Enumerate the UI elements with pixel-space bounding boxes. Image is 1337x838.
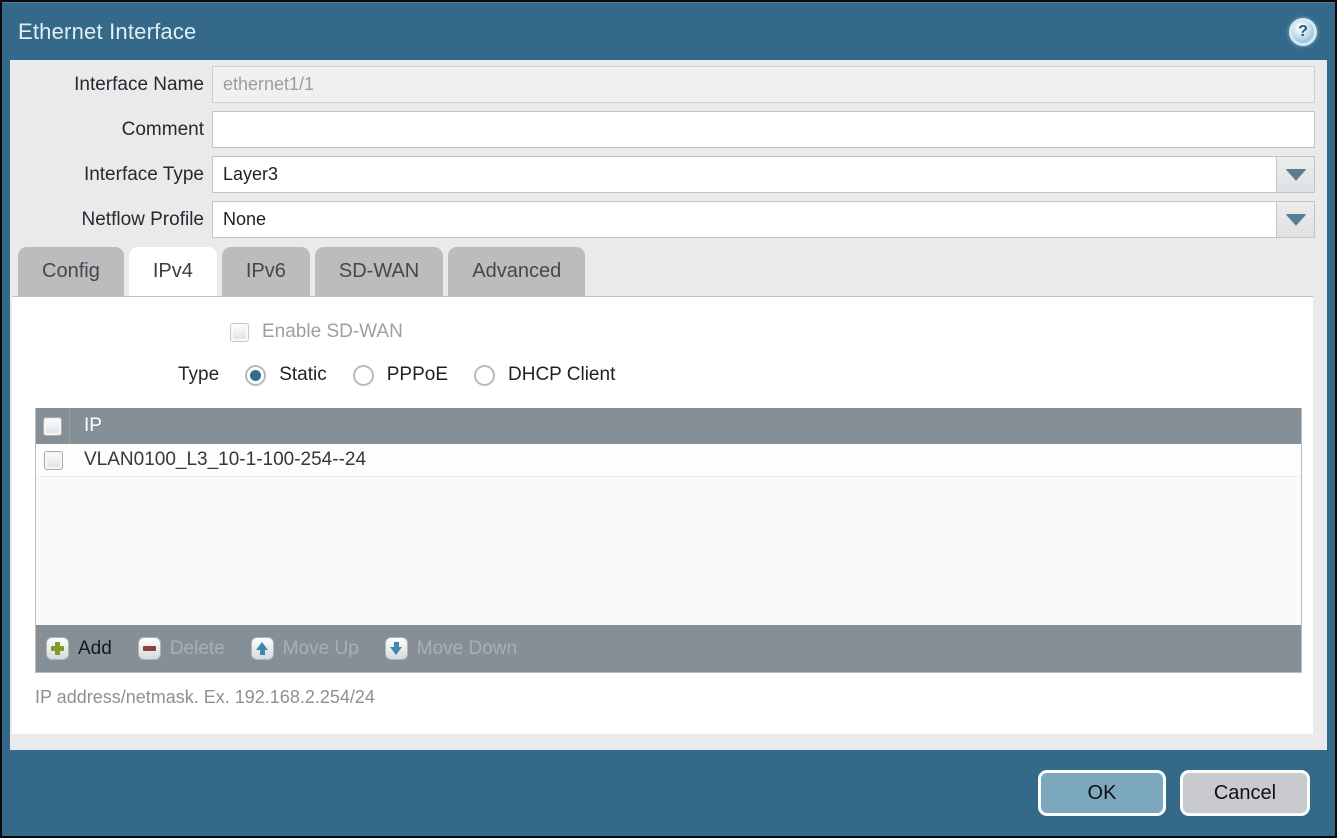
radio-dhcp-client[interactable] — [474, 365, 495, 386]
radio-pppoe-label: PPPoE — [387, 364, 448, 386]
help-icon[interactable]: ? — [1289, 18, 1317, 46]
ok-button[interactable]: OK — [1038, 770, 1166, 816]
tab-bar: Config IPv4 IPv6 SD-WAN Advanced — [10, 247, 1327, 296]
enable-sdwan-label: Enable SD-WAN — [262, 321, 403, 343]
comment-input[interactable] — [212, 111, 1315, 148]
netflow-profile-value: None — [223, 209, 266, 230]
netflow-profile-row: Netflow Profile None — [10, 201, 1327, 238]
chevron-down-icon — [1286, 214, 1306, 225]
ip-hint-text: IP address/netmask. Ex. 192.168.2.254/24 — [35, 687, 1313, 708]
type-label: Type — [178, 364, 219, 386]
move-down-button[interactable]: Move Down — [385, 637, 517, 660]
radio-option-dhcp-client[interactable]: DHCP Client — [474, 364, 615, 386]
interface-type-row: Interface Type Layer3 — [10, 156, 1327, 193]
interface-type-dropdown-button[interactable] — [1277, 156, 1315, 193]
tab-ipv4[interactable]: IPv4 — [129, 247, 217, 296]
type-radio-group: Type Static PPPoE DHCP Client — [12, 364, 1313, 386]
radio-static-label: Static — [279, 364, 327, 386]
tab-config[interactable]: Config — [18, 247, 124, 296]
ethernet-interface-dialog: Ethernet Interface ? Interface Name Comm… — [0, 0, 1337, 838]
interface-type-label: Interface Type — [10, 164, 204, 186]
interface-type-value: Layer3 — [223, 164, 278, 185]
titlebar: Ethernet Interface ? — [2, 2, 1335, 60]
ip-table: IP VLAN0100_L3_10-1-100-254--24 Add — [35, 408, 1302, 673]
enable-sdwan-row: Enable SD-WAN — [12, 297, 1313, 343]
table-empty-area — [36, 477, 1301, 625]
move-up-button[interactable]: Move Up — [251, 637, 359, 660]
radio-dhcp-client-label: DHCP Client — [508, 364, 615, 386]
interface-name-label: Interface Name — [10, 74, 204, 96]
cancel-button[interactable]: Cancel — [1180, 770, 1310, 816]
tab-sd-wan[interactable]: SD-WAN — [315, 247, 443, 296]
add-button[interactable]: Add — [46, 637, 112, 660]
arrow-up-icon — [251, 637, 274, 660]
table-toolbar: Add Delete Move Up Move Down — [36, 625, 1301, 672]
ipv4-panel: Enable SD-WAN Type Static PPPoE DHCP Cli… — [12, 296, 1313, 734]
chevron-down-icon — [1286, 169, 1306, 180]
interface-name-input[interactable] — [212, 66, 1315, 103]
dialog-footer: OK Cancel — [2, 750, 1335, 836]
ip-table-header: IP — [36, 408, 1301, 444]
tab-advanced[interactable]: Advanced — [448, 247, 585, 296]
arrow-down-icon — [385, 637, 408, 660]
ip-column-header: IP — [70, 415, 102, 437]
radio-static[interactable] — [245, 365, 266, 386]
row-checkbox[interactable] — [44, 451, 63, 470]
plus-icon — [46, 637, 69, 660]
ip-value: VLAN0100_L3_10-1-100-254--24 — [70, 449, 366, 471]
enable-sdwan-checkbox[interactable] — [230, 323, 249, 342]
delete-button[interactable]: Delete — [138, 637, 225, 660]
netflow-profile-select[interactable]: None — [212, 201, 1277, 238]
interface-name-row: Interface Name — [10, 66, 1327, 103]
dialog-title: Ethernet Interface — [18, 19, 196, 45]
interface-type-select[interactable]: Layer3 — [212, 156, 1277, 193]
minus-icon — [138, 637, 161, 660]
dialog-content: Interface Name Comment Interface Type La… — [10, 60, 1327, 750]
netflow-profile-dropdown-button[interactable] — [1277, 201, 1315, 238]
radio-pppoe[interactable] — [353, 365, 374, 386]
radio-option-pppoe[interactable]: PPPoE — [353, 364, 448, 386]
comment-row: Comment — [10, 111, 1327, 148]
table-row[interactable]: VLAN0100_L3_10-1-100-254--24 — [36, 444, 1301, 477]
radio-option-static[interactable]: Static — [245, 364, 327, 386]
netflow-profile-label: Netflow Profile — [10, 209, 204, 231]
tab-ipv6[interactable]: IPv6 — [222, 247, 310, 296]
select-all-checkbox[interactable] — [43, 417, 62, 436]
comment-label: Comment — [10, 119, 204, 141]
